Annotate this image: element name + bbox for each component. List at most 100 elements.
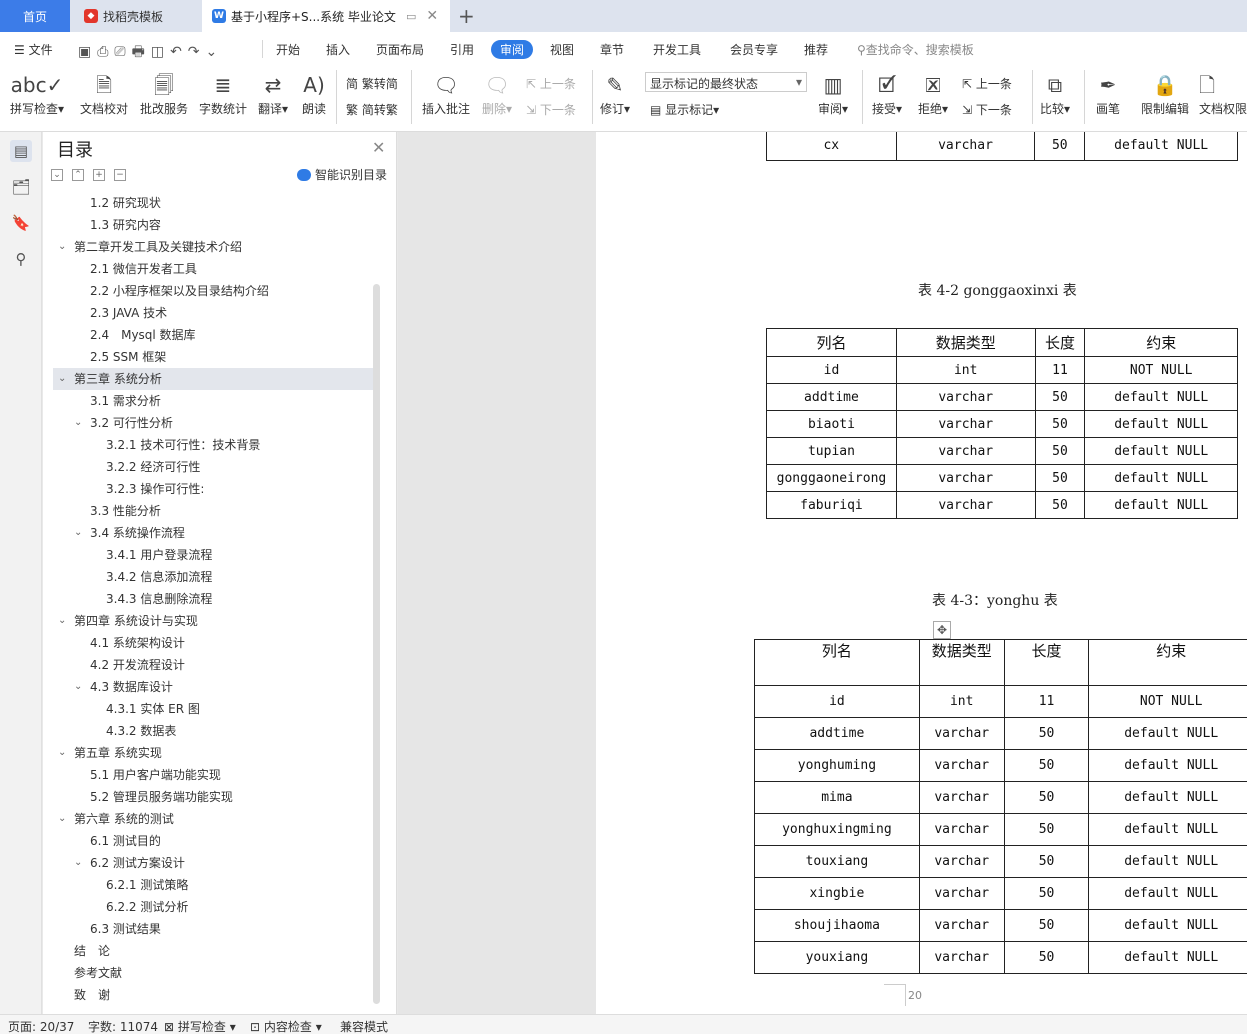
word-count-indicator[interactable]: 字数: 11074 xyxy=(88,1018,158,1034)
new-tab-icon[interactable]: + xyxy=(458,4,475,28)
expand-all-icon[interactable]: + xyxy=(93,169,105,181)
spell-check-button[interactable]: abc✓ 拼写检查▾ xyxy=(10,70,64,117)
toc-item[interactable]: 4.2 开发流程设计 xyxy=(43,654,373,676)
status-content-check[interactable]: ⊡ 内容检查 ▾ xyxy=(250,1018,322,1034)
menu-member[interactable]: 会员专享 xyxy=(730,41,778,58)
markup-state-select[interactable]: 显示标记的最终状态 ▾ xyxy=(645,72,807,92)
page-indicator[interactable]: 页面: 20/37 xyxy=(8,1018,74,1034)
chevron-down-icon[interactable]: ⌄ xyxy=(74,412,82,434)
trad-to-simp-button[interactable]: 简 繁转简 xyxy=(346,75,398,92)
menu-developer[interactable]: 开发工具 xyxy=(653,41,701,58)
simp-to-trad-button[interactable]: 繁 简转繁 xyxy=(346,101,398,118)
tab-document[interactable]: W 基于小程序+S...系统 毕业论文 ▭ ✕ xyxy=(202,0,450,32)
review-pane-button[interactable]: ▥ 审阅▾ xyxy=(818,70,848,117)
read-aloud-button[interactable]: A) 朗读 xyxy=(302,70,326,117)
next-change-button[interactable]: ⇲ 下一条 xyxy=(962,101,1012,118)
toc-item[interactable]: 2.3 JAVA 技术 xyxy=(43,302,373,324)
compare-button[interactable]: ⧉ 比较▾ xyxy=(1040,70,1070,117)
revise-button[interactable]: ✎ 修订▾ xyxy=(600,70,630,117)
collapse-all-icon[interactable]: − xyxy=(114,169,126,181)
chevron-down-icon[interactable]: ⌄ xyxy=(74,852,82,874)
menu-start[interactable]: 开始 xyxy=(276,41,300,58)
toc-item[interactable]: ⌄ 第六章 系统的测试 xyxy=(43,808,373,830)
toc-item[interactable]: 6.3 测试结果 xyxy=(43,918,373,940)
toc-item[interactable]: 5.1 用户客户端功能实现 xyxy=(43,764,373,786)
expand-up-icon[interactable]: ⌃ xyxy=(72,169,84,181)
toc-item[interactable]: 结 论 xyxy=(43,940,373,962)
smart-toc-button[interactable]: 智能识别目录 xyxy=(297,166,387,183)
tab-window-icon[interactable]: ▭ xyxy=(406,10,416,23)
chevron-down-icon[interactable]: ⌄ xyxy=(58,610,66,632)
chevron-down-icon[interactable]: ⌄ xyxy=(74,676,82,698)
menu-section[interactable]: 章节 xyxy=(600,41,624,58)
command-search[interactable]: ⚲查找命令、搜索模板 xyxy=(857,41,974,58)
toc-item[interactable]: 2.4 Mysql 数据库 xyxy=(43,324,373,346)
toc-scrollbar[interactable] xyxy=(373,284,380,1004)
accept-button[interactable]: 🗹 接受▾ xyxy=(872,70,902,117)
toc-item[interactable]: ⌄ 第五章 系统实现 xyxy=(43,742,373,764)
toc-item[interactable]: 2.5 SSM 框架 xyxy=(43,346,373,368)
toc-item[interactable]: 2.2 小程序框架以及目录结构介绍 xyxy=(43,280,373,302)
toc-item[interactable]: ⌄ 第二章开发工具及关键技术介绍 xyxy=(43,236,373,258)
tab-daoke-templates[interactable]: ◆ 找稻壳模板 xyxy=(72,0,200,32)
bookmark-icon[interactable]: 🔖 xyxy=(10,212,32,234)
toc-item[interactable]: 参考文献 xyxy=(43,962,373,984)
toc-item[interactable]: ⌄ 3.4 系统操作流程 xyxy=(43,522,373,544)
toc-item[interactable]: 3.2.3 操作可行性: xyxy=(43,478,373,500)
toc-item[interactable]: 3.4.3 信息删除流程 xyxy=(43,588,373,610)
toc-item[interactable]: 致 谢 xyxy=(43,984,373,1006)
insert-comment-button[interactable]: 🗨 插入批注 xyxy=(422,70,470,117)
toc-item[interactable]: 2.1 微信开发者工具 xyxy=(43,258,373,280)
toc-item[interactable]: 3.4.1 用户登录流程 xyxy=(43,544,373,566)
chevron-down-icon[interactable]: ⌄ xyxy=(74,522,82,544)
word-count-button[interactable]: ≣ 字数统计 xyxy=(199,70,247,117)
chevron-down-icon[interactable]: ⌄ xyxy=(58,368,66,390)
toc-item[interactable]: 4.3.2 数据表 xyxy=(43,720,373,742)
toc-item[interactable]: 3.1 需求分析 xyxy=(43,390,373,412)
find-icon[interactable]: ⚲ xyxy=(10,248,32,270)
next-comment-button[interactable]: ⇲ 下一条 xyxy=(526,101,576,118)
chevron-down-icon[interactable]: ⌄ xyxy=(58,236,66,258)
toc-item[interactable]: ⌄ 第四章 系统设计与实现 xyxy=(43,610,373,632)
menu-review[interactable]: 审阅 xyxy=(491,40,534,59)
delete-comment-button[interactable]: 🗨 删除▾ xyxy=(482,70,512,117)
toc-item[interactable]: 3.2.1 技术可行性：技术背景 xyxy=(43,434,373,456)
toc-panel-icon[interactable]: ▤ xyxy=(10,140,32,162)
restrict-editing-button[interactable]: 🔒 限制编辑 xyxy=(1141,70,1189,117)
toc-item[interactable]: ⌄ 6.2 测试方案设计 xyxy=(43,852,373,874)
show-markup-button[interactable]: ▤ 显示标记▾ xyxy=(650,101,719,118)
toc-item[interactable]: 1.2 研究现状 xyxy=(43,192,373,214)
toc-item[interactable]: 3.4.2 信息添加流程 xyxy=(43,566,373,588)
menu-view[interactable]: 视图 xyxy=(550,41,574,58)
chapter-nav-icon[interactable]: 🗂 xyxy=(10,176,32,198)
toc-item[interactable]: 3.2.2 经济可行性 xyxy=(43,456,373,478)
collapse-down-icon[interactable]: ⌄ xyxy=(51,169,63,181)
toc-item[interactable]: 6.2.1 测试策略 xyxy=(43,874,373,896)
proofread-button[interactable]: 🗎 文档校对 xyxy=(80,70,128,117)
toc-item[interactable]: 6.2.2 测试分析 xyxy=(43,896,373,918)
pen-button[interactable]: ✒ 画笔 xyxy=(1096,70,1120,117)
document-permission-button[interactable]: 🗋 文档权限 xyxy=(1199,70,1247,117)
document-page[interactable]: cx varchar 50 default NULL 表 4-2 gonggaoxin… xyxy=(596,132,1247,1014)
toc-item[interactable]: ⌄ 第三章 系统分析 xyxy=(53,368,373,390)
toc-item[interactable]: 5.2 管理员服务端功能实现 xyxy=(43,786,373,808)
file-menu[interactable]: ☰ 文件 xyxy=(14,41,53,58)
menu-insert[interactable]: 插入 xyxy=(326,41,350,58)
menu-page-layout[interactable]: 页面布局 xyxy=(376,41,424,58)
menu-recommend[interactable]: 推荐 xyxy=(804,41,828,58)
chevron-down-icon[interactable]: ⌄ xyxy=(58,742,66,764)
toc-item[interactable]: 1.3 研究内容 xyxy=(43,214,373,236)
toc-item[interactable]: ⌄ 3.2 可行性分析 xyxy=(43,412,373,434)
quick-access-toolbar[interactable]: ▣⎙⎚🖶◫↶↷⌄ xyxy=(78,41,223,65)
tab-close-icon[interactable]: ✕ xyxy=(426,8,438,24)
close-icon[interactable]: ✕ xyxy=(372,138,385,157)
toc-item[interactable]: 4.3.1 实体 ER 图 xyxy=(43,698,373,720)
toc-item[interactable]: 6.1 测试目的 xyxy=(43,830,373,852)
move-handle-icon[interactable]: ✥ xyxy=(933,621,951,639)
toc-item[interactable]: 3.3 性能分析 xyxy=(43,500,373,522)
reject-button[interactable]: 🗷 拒绝▾ xyxy=(918,70,948,117)
toc-item[interactable]: 4.1 系统架构设计 xyxy=(43,632,373,654)
batch-service-button[interactable]: 🗐 批改服务 xyxy=(140,70,188,117)
prev-change-button[interactable]: ⇱ 上一条 xyxy=(962,75,1012,92)
tab-home[interactable]: 首页 xyxy=(0,0,70,32)
